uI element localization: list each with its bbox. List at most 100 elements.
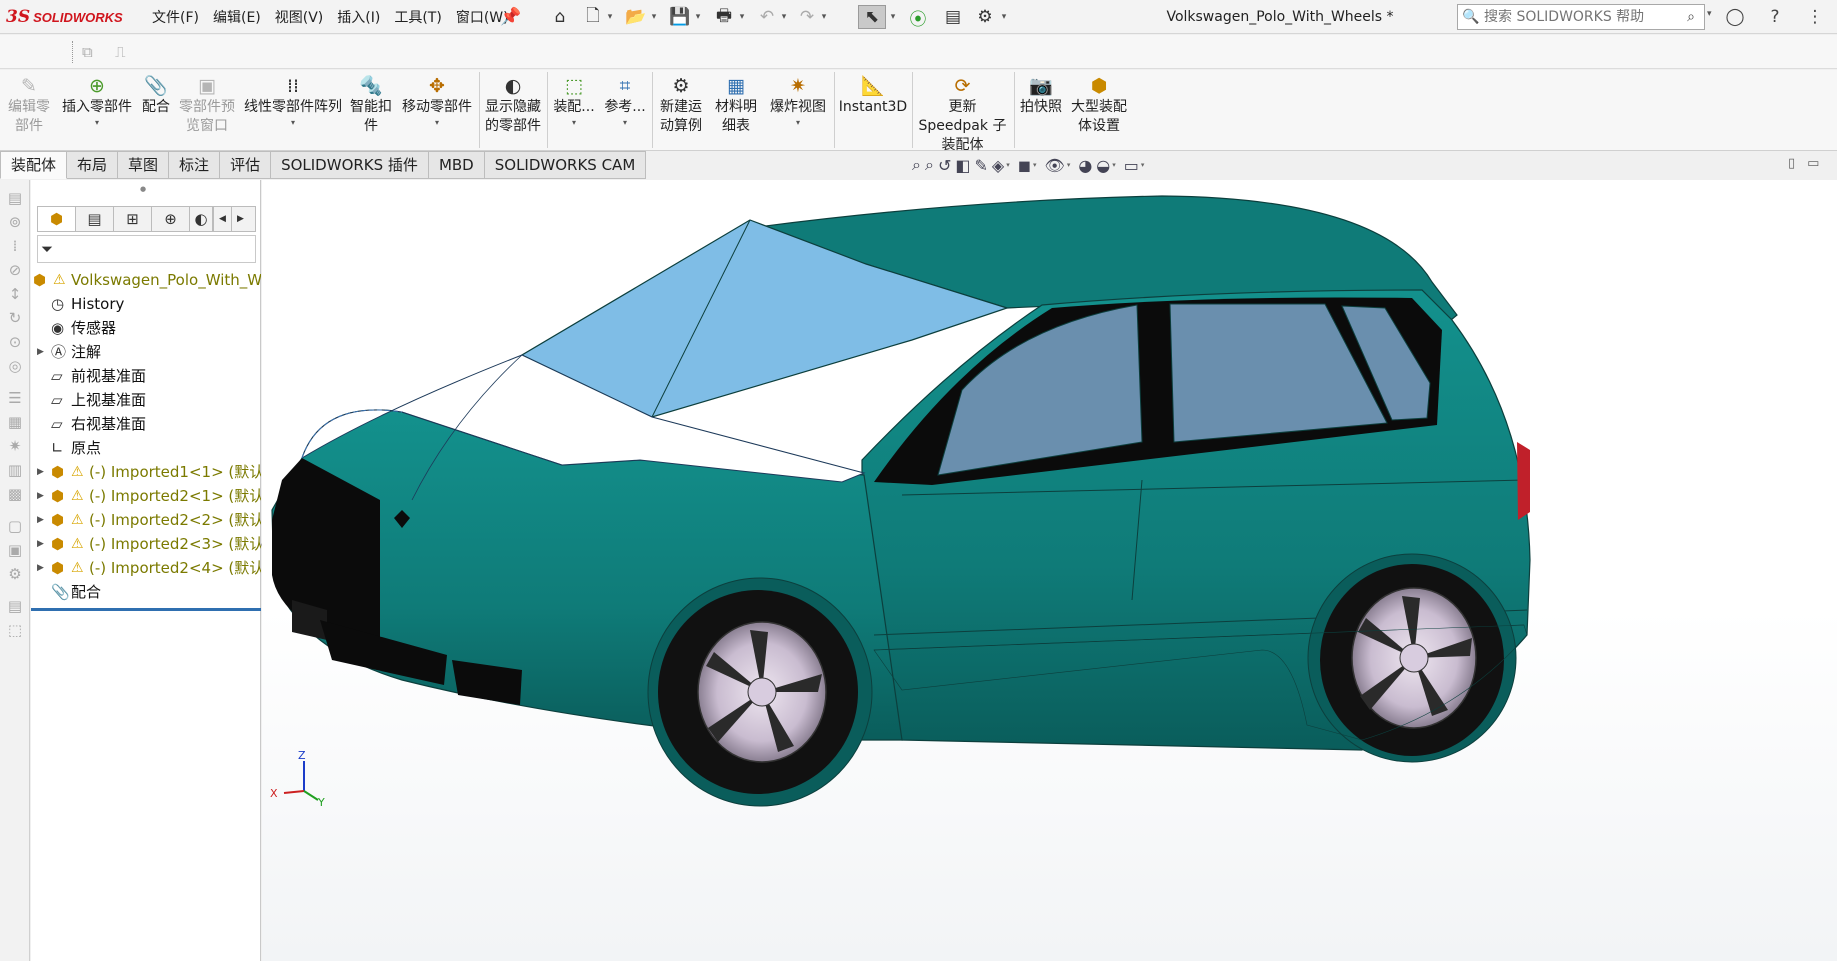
- edit-component-button[interactable]: ✎ 编辑零部件: [3, 74, 55, 148]
- tree-item-origin[interactable]: ∟ 原点: [31, 436, 261, 460]
- instant3d-button[interactable]: 📐 Instant3D: [838, 74, 908, 148]
- reference-geometry-dropdown-icon[interactable]: ▾: [602, 117, 648, 129]
- strip-image-icon[interactable]: ▣: [0, 538, 30, 562]
- menu-tools[interactable]: 工具(T): [387, 7, 448, 27]
- strip-rotate-icon[interactable]: ↻: [0, 306, 30, 330]
- redo-dropdown-icon[interactable]: ▾: [820, 5, 828, 29]
- flyout-toolbar-icon[interactable]: ⧉: [82, 43, 93, 61]
- graphics-area[interactable]: Z X Y: [262, 180, 1837, 961]
- new-dropdown-icon[interactable]: ▾: [606, 5, 614, 29]
- component-preview-button[interactable]: ▣ 零部件预览窗口: [176, 74, 238, 148]
- insert-components-button[interactable]: ⊕ 插入零部件 ▾: [58, 74, 136, 148]
- more-options-icon[interactable]: ⋮: [1803, 5, 1827, 29]
- rollback-bar[interactable]: [31, 608, 261, 611]
- strip-mate-icon[interactable]: ⊚: [0, 210, 30, 234]
- strip-doc-icon[interactable]: ▢: [0, 514, 30, 538]
- select-pointer-icon[interactable]: ⬉: [858, 5, 886, 29]
- tree-item-annotations[interactable]: ▶ Ⓐ 注解: [31, 340, 261, 364]
- options-gear-icon[interactable]: ⚙: [974, 5, 996, 29]
- view-orientation-icon[interactable]: ◈: [992, 156, 1004, 175]
- pin-icon[interactable]: 📌: [500, 5, 521, 29]
- strip-grid-icon[interactable]: ▩: [0, 482, 30, 506]
- strip-chart-icon[interactable]: ▥: [0, 458, 30, 482]
- open-dropdown-icon[interactable]: ▾: [650, 5, 658, 29]
- home-icon[interactable]: ⌂: [548, 5, 572, 29]
- dimxpertmanager-tab-icon[interactable]: ⊕: [152, 207, 190, 231]
- section-view-icon[interactable]: ◧: [955, 156, 970, 175]
- tabs-scroll-left-icon[interactable]: ◀: [213, 207, 231, 231]
- expand-arrow-icon[interactable]: ▶: [37, 484, 44, 508]
- exploded-view-button[interactable]: ✷ 爆炸视图 ▾: [766, 74, 830, 148]
- assembly-features-button[interactable]: ⬚ 装配... ▾: [550, 74, 598, 148]
- insert-components-dropdown-icon[interactable]: ▾: [58, 117, 136, 129]
- step-line-icon[interactable]: ⎍: [115, 43, 126, 61]
- tree-item-top-plane[interactable]: ▱ 上视基准面: [31, 388, 261, 412]
- restore-window-icon[interactable]: ▯: [1788, 156, 1807, 171]
- strip-pattern-icon[interactable]: ⁞: [0, 234, 30, 258]
- tab-solidworks-addins[interactable]: SOLIDWORKS 插件: [271, 151, 429, 179]
- tree-item-component[interactable]: ▶ ⬢ ⚠ (-) Imported2<1> (默认<<默认>_显示状态 1>): [31, 484, 261, 508]
- new-document-icon[interactable]: 🗋: [583, 5, 603, 29]
- tree-item-right-plane[interactable]: ▱ 右视基准面: [31, 412, 261, 436]
- zoom-to-area-icon[interactable]: ⌕: [925, 155, 934, 175]
- strip-edit-icon[interactable]: ▤: [0, 186, 30, 210]
- tab-solidworks-cam[interactable]: SOLIDWORKS CAM: [484, 151, 647, 179]
- tree-filter[interactable]: ⏷: [37, 235, 256, 263]
- linear-pattern-dropdown-icon[interactable]: ▾: [241, 117, 345, 129]
- edit-appearance-icon[interactable]: ◕: [1078, 156, 1092, 175]
- save-icon[interactable]: 💾: [668, 5, 692, 29]
- update-speedpak-button[interactable]: ⟳ 更新 Speedpak 子装配体: [915, 74, 1010, 153]
- search-dropdown-icon[interactable]: ▾: [1707, 9, 1712, 19]
- tab-mbd[interactable]: MBD: [428, 151, 485, 179]
- undo-dropdown-icon[interactable]: ▾: [780, 5, 788, 29]
- panel-grip-icon[interactable]: ●: [140, 185, 146, 193]
- tab-markup[interactable]: 标注: [169, 151, 221, 179]
- reference-geometry-button[interactable]: ⌗ 参考... ▾: [602, 74, 648, 148]
- zoom-to-fit-icon[interactable]: ⌕: [912, 155, 921, 175]
- bill-of-materials-button[interactable]: ▦ 材料明细表: [710, 74, 762, 148]
- filter-funnel-icon[interactable]: ⏷: [41, 240, 53, 258]
- show-hidden-components-button[interactable]: ◐ 显示隐藏的零部件: [482, 74, 544, 148]
- rebuild-traffic-light-icon[interactable]: ⦿: [908, 5, 928, 30]
- strip-library-icon[interactable]: ▤: [0, 594, 30, 618]
- move-component-button[interactable]: ✥ 移动零部件 ▾: [398, 74, 476, 148]
- view-settings-dropdown-icon[interactable]: ▾: [1141, 161, 1145, 169]
- file-properties-icon[interactable]: ▤: [942, 5, 964, 29]
- expand-arrow-icon[interactable]: ▶: [37, 508, 44, 532]
- menu-file[interactable]: 文件(F): [145, 7, 206, 27]
- linear-pattern-button[interactable]: ⁞⁞ 线性零部件阵列 ▾: [241, 74, 345, 148]
- mate-button[interactable]: 📎 配合: [138, 74, 174, 148]
- featuremanager-tab-icon[interactable]: ⬢: [38, 207, 76, 231]
- tree-item-mates[interactable]: 📎 配合: [31, 580, 261, 604]
- tree-root-assembly[interactable]: ⬢ ⚠ Volkswagen_Polo_With_Wheels: [31, 268, 261, 292]
- search-magnifier-icon[interactable]: ⌕: [1678, 9, 1704, 25]
- menu-edit[interactable]: 编辑(E): [206, 7, 268, 27]
- tree-item-component[interactable]: ▶ ⬢ ⚠ (-) Imported2<2> (默认<<默认>_显示状态 1>): [31, 508, 261, 532]
- large-assembly-settings-button[interactable]: ⬢ 大型装配体设置: [1068, 74, 1130, 148]
- print-icon[interactable]: 🖶: [712, 5, 736, 29]
- assembly-features-dropdown-icon[interactable]: ▾: [550, 117, 598, 129]
- apply-scene-icon[interactable]: ◒: [1096, 156, 1110, 175]
- strip-reference-icon[interactable]: ⊙: [0, 330, 30, 354]
- tree-item-front-plane[interactable]: ▱ 前视基准面: [31, 364, 261, 388]
- display-manager-tab-icon[interactable]: ◐: [190, 207, 213, 231]
- menu-view[interactable]: 视图(V): [268, 7, 331, 27]
- strip-fastener-icon[interactable]: ⊘: [0, 258, 30, 282]
- help-search-input[interactable]: [1484, 9, 1678, 25]
- display-style-dropdown-icon[interactable]: ▾: [1033, 161, 1037, 169]
- car-model-render[interactable]: Z X Y: [262, 180, 1837, 961]
- expand-arrow-icon[interactable]: ▶: [37, 556, 44, 580]
- apply-scene-dropdown-icon[interactable]: ▾: [1112, 161, 1116, 169]
- strip-layers-icon[interactable]: ☰: [0, 386, 30, 410]
- maximize-window-icon[interactable]: ▭: [1807, 156, 1831, 171]
- expand-arrow-icon[interactable]: ▶: [37, 532, 44, 556]
- tree-item-component[interactable]: ▶ ⬢ ⚠ (-) Imported1<1> (默认<<默认>_显示状态 1>): [31, 460, 261, 484]
- tab-sketch[interactable]: 草图: [118, 151, 170, 179]
- open-icon[interactable]: 📂: [624, 5, 648, 29]
- tree-item-component[interactable]: ▶ ⬢ ⚠ (-) Imported2<3> (默认<<默认>_显示状态 1>): [31, 532, 261, 556]
- help-search-box[interactable]: 🔍 ⌕: [1457, 4, 1705, 30]
- propertymanager-tab-icon[interactable]: ▤: [76, 207, 114, 231]
- previous-view-icon[interactable]: ↺: [938, 156, 951, 175]
- strip-table-icon[interactable]: ▦: [0, 410, 30, 434]
- expand-arrow-icon[interactable]: ▶: [37, 340, 44, 364]
